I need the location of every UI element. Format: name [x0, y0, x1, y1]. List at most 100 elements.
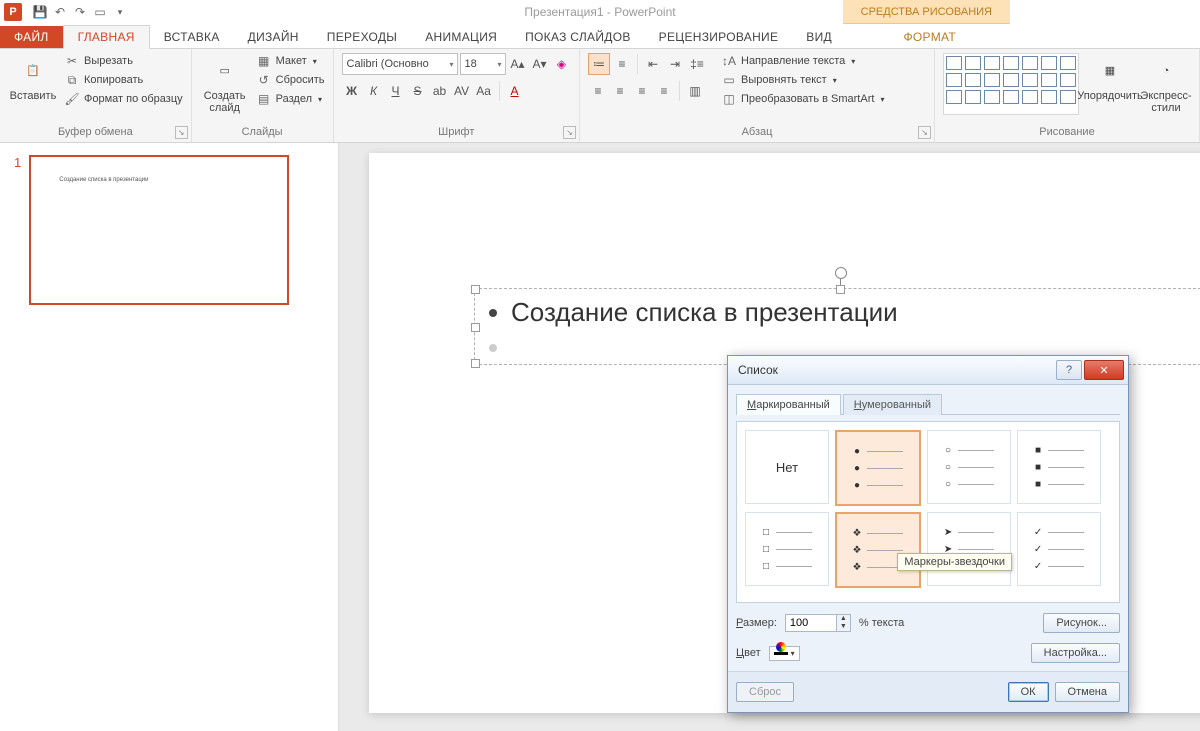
align-left-button[interactable]: ≡ — [588, 81, 608, 101]
bullet-option-none[interactable]: Нет — [745, 430, 829, 504]
cut-button[interactable]: ✂Вырезать — [64, 53, 183, 69]
qat-dropdown-icon[interactable]: ▾ — [112, 4, 128, 20]
quick-styles-icon: ◔ — [1150, 55, 1182, 87]
bullet-option-filled-square[interactable]: ■■■ — [1017, 430, 1101, 504]
line-spacing-button[interactable]: ‡≡ — [687, 54, 707, 74]
numbering-button[interactable]: ≡ — [612, 54, 632, 74]
dialog-titlebar[interactable]: Список ? ✕ — [728, 356, 1128, 385]
clipboard-dialog-launcher[interactable]: ↘ — [175, 126, 188, 139]
tab-animations[interactable]: АНИМАЦИЯ — [411, 26, 511, 48]
resize-handle-tl[interactable] — [471, 285, 480, 294]
strike-button[interactable]: S — [408, 81, 428, 101]
align-center-button[interactable]: ≡ — [610, 81, 630, 101]
layout-button[interactable]: ▦Макет▾ — [256, 53, 325, 69]
tab-insert[interactable]: ВСТАВКА — [150, 26, 234, 48]
bullet-option-hollow-round[interactable]: ○○○ — [927, 430, 1011, 504]
underline-button[interactable]: Ч — [386, 81, 406, 101]
color-picker-button[interactable]: ▾ — [769, 646, 800, 661]
group-paragraph: ≔ ≡ ⇤ ⇥ ‡≡ ≡ ≡ ≡ ≡ ▥ ↕AНаправление текс — [580, 49, 935, 142]
picture-button[interactable]: Рисунок... — [1043, 613, 1120, 633]
tab-bulleted[interactable]: Маркированный — [736, 394, 841, 415]
size-label: Размер: — [736, 617, 777, 629]
slide-thumbnails-pane: 1 Создание списка в презентации — [0, 143, 339, 731]
quick-styles-button[interactable]: ◔ Экспресс-стили — [1141, 53, 1191, 114]
size-spinner[interactable]: ▲▼ — [785, 614, 851, 632]
change-case-button[interactable]: Aa — [474, 81, 494, 101]
font-name-combo[interactable]: Calibri (Основно — [342, 53, 458, 75]
convert-smartart-button[interactable]: ◫Преобразовать в SmartArt▾ — [721, 91, 884, 107]
tab-transitions[interactable]: ПЕРЕХОДЫ — [313, 26, 411, 48]
tab-file[interactable]: ФАЙЛ — [0, 26, 63, 48]
dialog-footer: Сброс ОК Отмена — [728, 671, 1128, 712]
bold-button[interactable]: Ж — [342, 81, 362, 101]
bullet-option-arrow[interactable]: ➤➤➤ Маркеры-звездочки — [927, 512, 1011, 586]
font-color-button[interactable]: A — [505, 81, 525, 101]
font-dialog-launcher[interactable]: ↘ — [563, 126, 576, 139]
save-icon[interactable]: 💾 — [32, 4, 48, 20]
paste-icon: 📋 — [17, 55, 49, 87]
tab-numbered[interactable]: Нумерованный — [843, 394, 942, 415]
align-text-button[interactable]: ▭Выровнять текст▾ — [721, 72, 884, 88]
tab-home[interactable]: ГЛАВНАЯ — [63, 25, 150, 49]
bullet-option-check[interactable]: ✓✓✓ — [1017, 512, 1101, 586]
shapes-gallery[interactable] — [943, 53, 1079, 115]
new-slide-button[interactable]: ▭ Создать слайд — [200, 53, 250, 114]
tab-design[interactable]: ДИЗАЙН — [234, 26, 313, 48]
bullet-dot-icon — [489, 309, 497, 317]
format-painter-button[interactable]: 🖌Формат по образцу — [64, 91, 183, 107]
decrease-font-icon[interactable]: A▾ — [530, 54, 550, 74]
bullet-line-1[interactable]: Создание списка в презентации — [475, 289, 1200, 336]
dialog-close-button[interactable]: ✕ — [1084, 360, 1124, 380]
cancel-button[interactable]: Отмена — [1055, 682, 1120, 702]
shadow-button[interactable]: ab — [430, 81, 450, 101]
bullets-button[interactable]: ≔ — [588, 53, 610, 75]
thumbnail-preview: Создание списка в презентации — [29, 155, 289, 305]
tab-format[interactable]: ФОРМАТ — [889, 26, 970, 48]
decrease-indent-button[interactable]: ⇤ — [643, 54, 663, 74]
paste-button[interactable]: 📋 Вставить — [8, 53, 58, 102]
tab-view[interactable]: ВИД — [792, 26, 846, 48]
resize-handle-bl[interactable] — [471, 359, 480, 368]
copy-button[interactable]: ⧉Копировать — [64, 72, 183, 88]
spacing-button[interactable]: AV — [452, 81, 472, 101]
customize-button[interactable]: Настройка... — [1031, 643, 1120, 663]
ribbon: 📋 Вставить ✂Вырезать ⧉Копировать 🖌Формат… — [0, 49, 1200, 143]
font-size-combo[interactable]: 18 — [460, 53, 506, 75]
paragraph-dialog-launcher[interactable]: ↘ — [918, 126, 931, 139]
layout-icon: ▦ — [256, 53, 272, 69]
bullet-tooltip: Маркеры-звездочки — [897, 553, 1012, 571]
reset-button[interactable]: ↺Сбросить — [256, 72, 325, 88]
resize-handle-tm[interactable] — [836, 285, 845, 294]
content-placeholder[interactable]: Создание списка в презентации — [474, 288, 1200, 365]
spin-up-icon[interactable]: ▲ — [836, 615, 850, 623]
slideshow-from-start-icon[interactable]: ▭ — [92, 4, 108, 20]
text-direction-button[interactable]: ↕AНаправление текста▾ — [721, 53, 884, 69]
group-slides-label: Слайды — [200, 126, 325, 140]
align-right-button[interactable]: ≡ — [632, 81, 652, 101]
slide-thumbnail-1[interactable]: 1 Создание списка в презентации — [14, 155, 324, 305]
spin-down-icon[interactable]: ▼ — [836, 623, 850, 631]
justify-button[interactable]: ≡ — [654, 81, 674, 101]
arrange-button[interactable]: ▦ Упорядочить — [1085, 53, 1135, 102]
dialog-help-button[interactable]: ? — [1056, 360, 1082, 380]
bullet-option-star[interactable]: ❖❖❖ — [835, 512, 921, 588]
redo-icon[interactable]: ↷ — [72, 4, 88, 20]
bullet-option-filled-round[interactable]: ●●● — [835, 430, 921, 506]
reset-icon: ↺ — [256, 72, 272, 88]
italic-button[interactable]: К — [364, 81, 384, 101]
resize-handle-ml[interactable] — [471, 323, 480, 332]
tab-slideshow[interactable]: ПОКАЗ СЛАЙДОВ — [511, 26, 645, 48]
reset-bullets-button[interactable]: Сброс — [736, 682, 794, 702]
columns-button[interactable]: ▥ — [685, 81, 705, 101]
ok-button[interactable]: ОК — [1008, 682, 1049, 702]
tab-review[interactable]: РЕЦЕНЗИРОВАНИЕ — [645, 26, 793, 48]
size-input[interactable] — [786, 615, 836, 631]
increase-indent-button[interactable]: ⇥ — [665, 54, 685, 74]
clear-formatting-icon[interactable]: ◈ — [552, 54, 572, 74]
section-button[interactable]: ▤Раздел▾ — [256, 91, 325, 107]
bullet-option-hollow-square[interactable]: □□□ — [745, 512, 829, 586]
increase-font-icon[interactable]: A▴ — [508, 54, 528, 74]
rotation-handle[interactable] — [835, 267, 847, 279]
window-title: Презентация1 - PowerPoint — [524, 5, 675, 19]
undo-icon[interactable]: ↶ — [52, 4, 68, 20]
